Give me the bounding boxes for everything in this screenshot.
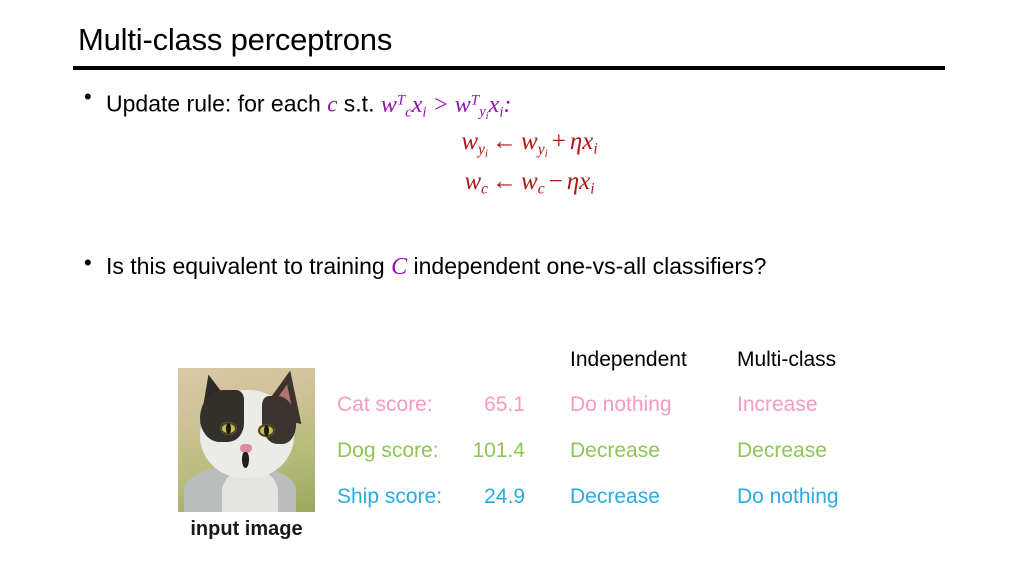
score-value-ship: 24.9 bbox=[484, 485, 525, 508]
title-divider bbox=[73, 66, 945, 70]
table-row: Cat score: 65.1 Do nothing Increase bbox=[337, 393, 977, 421]
eq2-lhs-sub: c bbox=[481, 180, 489, 198]
cell-multiclass-dog: Decrease bbox=[737, 439, 827, 462]
equivalence-lead: Is this equivalent to training bbox=[106, 253, 392, 279]
eq1-operator: + bbox=[551, 128, 566, 155]
eq2-rhs-w: w bbox=[521, 168, 538, 195]
eq1-lhs-w: w bbox=[461, 128, 479, 155]
formula-sup-T2: T bbox=[470, 92, 480, 108]
eq1-x-sub: i bbox=[593, 140, 598, 158]
eq1-x: x bbox=[582, 128, 594, 155]
cat-mouth bbox=[242, 452, 249, 468]
eq1-lhs-sub: yi bbox=[478, 140, 488, 160]
eq2-lhs-w: w bbox=[464, 168, 482, 195]
eq1-eta: η bbox=[569, 128, 583, 155]
cell-independent-cat: Do nothing bbox=[570, 393, 672, 416]
cat-left-eye bbox=[220, 422, 237, 435]
formula-sup-T1: T bbox=[396, 92, 406, 108]
cell-multiclass-cat: Increase bbox=[737, 393, 818, 416]
column-header-multiclass: Multi-class bbox=[737, 348, 837, 371]
formula-w2: w bbox=[454, 91, 471, 118]
score-value-dog: 101.4 bbox=[472, 439, 525, 462]
eq1-lhs-sub-y: y bbox=[478, 140, 485, 158]
eq1-arrow: ← bbox=[492, 128, 518, 155]
equivalence-trail: independent one-vs-all classifiers? bbox=[407, 253, 767, 279]
eq2-x-sub: i bbox=[590, 180, 595, 198]
eq1-rhs-sub-y: y bbox=[537, 140, 545, 158]
bullet-update-rule-text: Update rule: for each c s.t. wTcxi > wTy… bbox=[106, 82, 511, 134]
table-row: Ship score: 24.9 Decrease Do nothing bbox=[337, 485, 977, 513]
eq1-rhs-w: w bbox=[521, 128, 538, 155]
bullet-marker: • bbox=[84, 84, 92, 109]
page-title: Multi-class perceptrons bbox=[78, 22, 393, 57]
formula-x2: x bbox=[488, 91, 500, 118]
eq2-operator: − bbox=[548, 168, 563, 195]
update-rule-lead: Update rule: for each bbox=[106, 90, 328, 117]
cell-independent-ship: Decrease bbox=[570, 485, 660, 508]
table-row: Dog score: 101.4 Decrease Decrease bbox=[337, 439, 977, 467]
eq2-rhs-sub: c bbox=[537, 180, 545, 198]
cell-multiclass-ship: Do nothing bbox=[737, 485, 839, 508]
variable-c: c bbox=[327, 91, 338, 117]
eq2-x: x bbox=[579, 168, 591, 195]
equation-wy-inner: wyi ← wyi + ηxi bbox=[461, 128, 597, 160]
eq2-eta: η bbox=[566, 168, 580, 195]
equation-update-wc: wc ← wc − ηxi bbox=[0, 168, 1024, 199]
inequality-formula: wTcxi > wTyixi: bbox=[380, 91, 512, 122]
bullet-equivalence-text: Is this equivalent to training C indepen… bbox=[106, 248, 766, 285]
input-image-caption: input image bbox=[190, 518, 303, 540]
formula-sub-y: yi bbox=[479, 104, 489, 122]
formula-sub-y-letter: y bbox=[479, 104, 486, 121]
formula-x1: x bbox=[411, 91, 423, 118]
cat-photo bbox=[178, 368, 315, 512]
variable-C: C bbox=[391, 254, 408, 280]
equation-update-wy: wyi ← wyi + ηxi bbox=[0, 128, 1024, 160]
cat-right-eye bbox=[258, 424, 275, 437]
formula-sub-i1: i bbox=[422, 104, 427, 121]
cat-head-patch-left bbox=[200, 390, 244, 442]
column-header-independent: Independent bbox=[570, 348, 687, 371]
slide-canvas: Multi-class perceptrons • Update rule: f… bbox=[0, 0, 1024, 576]
formula-sub-c: c bbox=[405, 104, 412, 121]
cell-independent-dog: Decrease bbox=[570, 439, 660, 462]
equation-wc-inner: wc ← wc − ηxi bbox=[464, 168, 594, 199]
bullet-marker: • bbox=[84, 250, 92, 275]
formula-w1: w bbox=[380, 91, 397, 118]
formula-greater-than: > bbox=[432, 91, 449, 118]
bullet-update-rule: • Update rule: for each c s.t. wTcxi > w… bbox=[84, 82, 511, 134]
eq2-arrow: ← bbox=[492, 168, 518, 195]
eq1-rhs-sub: yi bbox=[537, 140, 548, 160]
bullet-equivalence-question: • Is this equivalent to training C indep… bbox=[84, 248, 884, 285]
update-rule-mid: s.t. bbox=[337, 90, 381, 117]
formula-colon: : bbox=[503, 91, 512, 118]
score-value-cat: 65.1 bbox=[484, 393, 525, 416]
input-image-figure bbox=[178, 368, 315, 512]
